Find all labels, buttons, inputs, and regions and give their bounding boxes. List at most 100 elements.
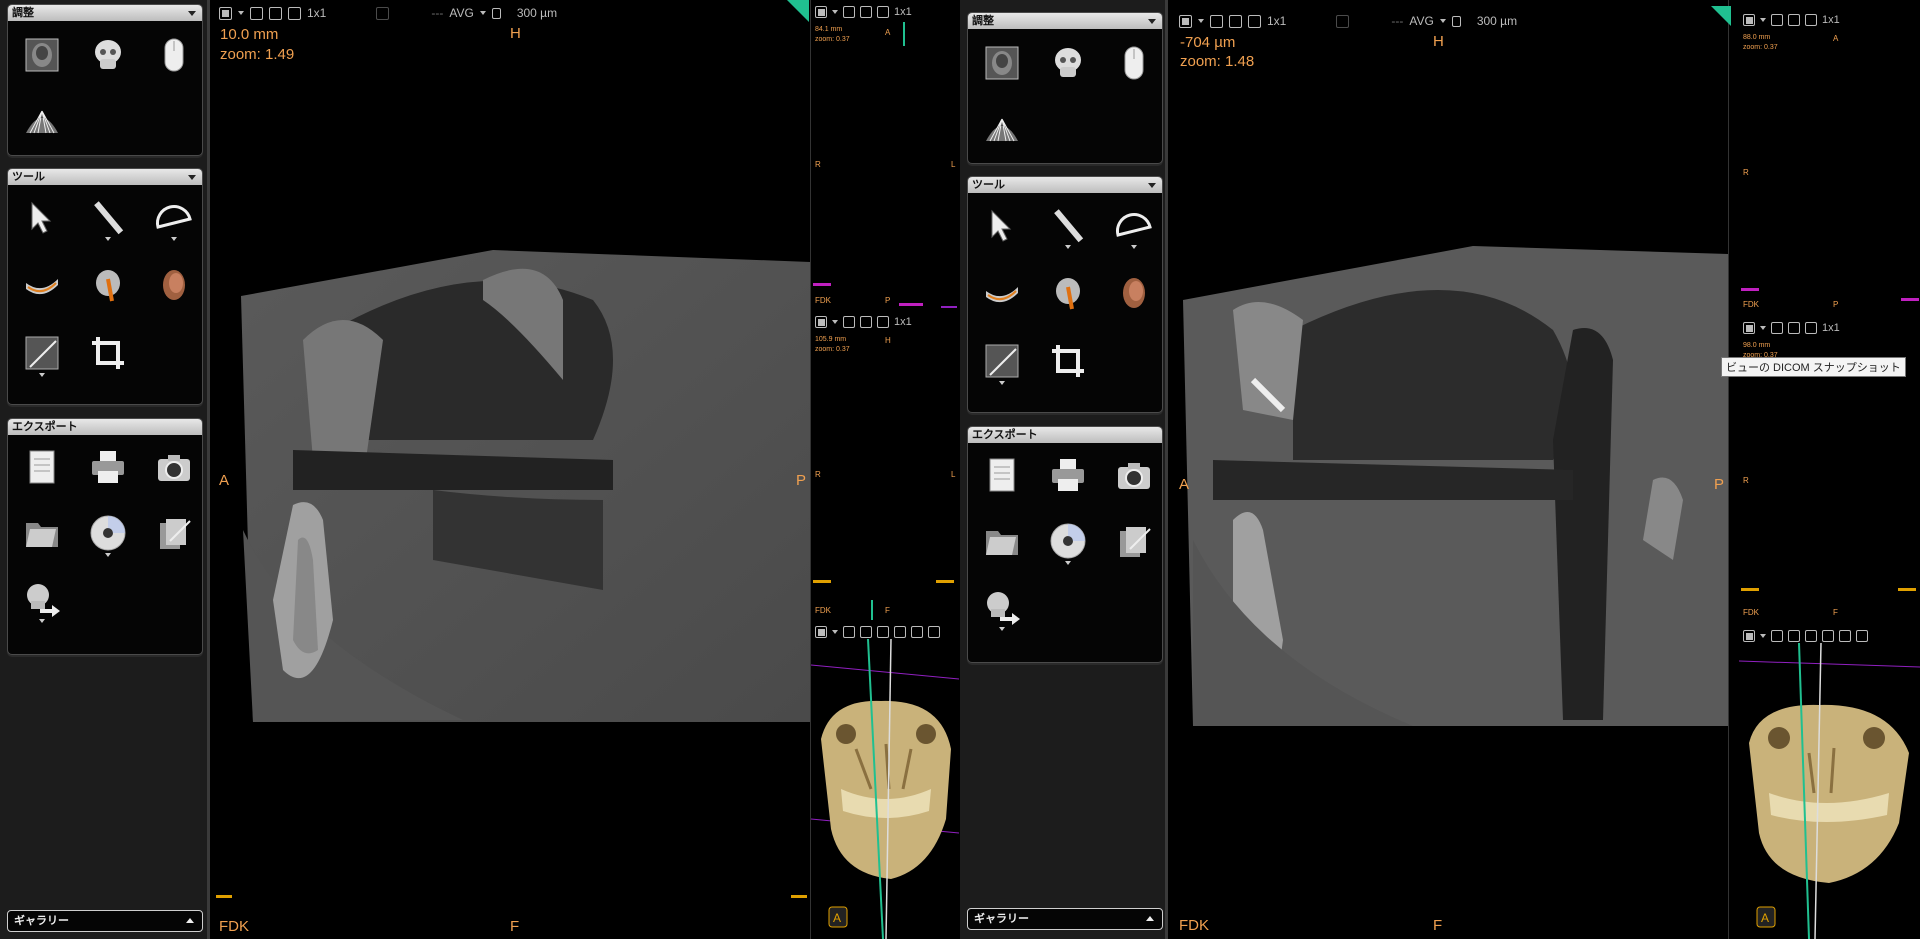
dropdown-arrow-icon[interactable] — [1065, 245, 1071, 249]
cd-button[interactable] — [1046, 519, 1090, 565]
sagittal-viewer[interactable]: 1x1 --- AVG 300 µm -704 µm zoom: 1.48 H … — [1173, 0, 1728, 939]
dropdown-arrow-icon[interactable] — [832, 630, 838, 634]
reset-icon[interactable] — [1336, 14, 1350, 28]
layout-label[interactable]: 1x1 — [894, 6, 912, 18]
dropdown-arrow-icon[interactable] — [479, 11, 486, 15]
layout-icon[interactable] — [1805, 630, 1817, 642]
dropdown-arrow-icon[interactable] — [1760, 634, 1766, 638]
dropdown-arrow-icon[interactable] — [832, 320, 838, 324]
crop-tool[interactable] — [86, 331, 130, 375]
layout-label[interactable]: 1x1 — [1822, 322, 1840, 334]
layout-label[interactable]: 1x1 — [307, 6, 326, 20]
export-panel-header[interactable]: エクスポート — [8, 419, 202, 435]
dropdown-arrow-icon[interactable] — [39, 373, 45, 377]
save-icon[interactable] — [815, 6, 827, 18]
snapshot-icon[interactable] — [860, 316, 872, 328]
gallery-dropdown[interactable]: ギャラリー — [967, 908, 1163, 930]
dropdown-arrow-icon[interactable] — [1760, 326, 1766, 330]
cd-button[interactable] — [86, 511, 130, 557]
yellow-handle-left[interactable] — [1741, 588, 1759, 591]
sagittal-viewer[interactable]: 1x1 --- AVG 300 µm 10.0 mm zoom: 1.49 H … — [213, 0, 810, 939]
magenta-handle-right[interactable] — [899, 303, 923, 306]
save-icon[interactable] — [815, 316, 827, 328]
camera-button[interactable] — [152, 445, 196, 489]
print-button[interactable] — [1046, 453, 1090, 497]
yellow-handle-left[interactable] — [813, 580, 831, 583]
slice-line-handle[interactable] — [871, 600, 873, 620]
fit-icon[interactable] — [843, 316, 855, 328]
dropdown-arrow-icon[interactable] — [105, 237, 111, 241]
fit-icon[interactable] — [1771, 14, 1783, 26]
export-panel-header[interactable]: エクスポート — [968, 427, 1162, 443]
view-top-icon[interactable] — [1856, 630, 1868, 642]
save-icon[interactable] — [1179, 14, 1192, 28]
yellow-handle-right[interactable] — [1898, 588, 1916, 591]
snapshot-icon[interactable] — [1788, 14, 1800, 26]
volume-render-3d[interactable]: A — [1739, 643, 1920, 939]
save-icon[interactable] — [1743, 322, 1755, 334]
export-pages-button[interactable] — [152, 511, 196, 555]
snapshot-icon[interactable] — [1788, 630, 1800, 642]
snapshot-icon[interactable] — [1229, 14, 1242, 28]
magenta-handle-left[interactable] — [813, 283, 831, 286]
select-tool[interactable] — [20, 195, 64, 239]
fit-icon[interactable] — [250, 6, 263, 20]
folder-button[interactable] — [980, 519, 1024, 563]
tools-panel-header[interactable]: ツール — [968, 177, 1162, 193]
dropdown-arrow-icon[interactable] — [1131, 245, 1137, 249]
layout-label[interactable]: 1x1 — [1267, 14, 1286, 28]
measure-tool[interactable] — [1046, 203, 1090, 249]
view-front-icon[interactable] — [1822, 630, 1834, 642]
airway-tool[interactable] — [86, 263, 130, 307]
print-button[interactable] — [86, 445, 130, 489]
face-photo-tool[interactable] — [1112, 271, 1156, 315]
select-tool[interactable] — [980, 203, 1024, 247]
dropdown-arrow-icon[interactable] — [171, 237, 177, 241]
dropdown-arrow-icon[interactable] — [1198, 19, 1204, 23]
save-icon[interactable] — [815, 626, 827, 638]
save-icon[interactable] — [1743, 630, 1755, 642]
fit-icon[interactable] — [1771, 322, 1783, 334]
layout-icon[interactable] — [877, 6, 889, 18]
tools-panel-header[interactable]: ツール — [8, 169, 202, 185]
save-icon[interactable] — [1743, 14, 1755, 26]
collapse-arrow-icon[interactable] — [1148, 19, 1156, 24]
slice-handle-right[interactable] — [791, 895, 807, 898]
fit-icon[interactable] — [1771, 630, 1783, 642]
layout-icon[interactable] — [1805, 322, 1817, 334]
skull-export-button[interactable] — [980, 585, 1024, 631]
collapse-arrow-icon[interactable] — [188, 175, 196, 180]
crop-tool[interactable] — [1046, 339, 1090, 383]
camera-button[interactable] — [1112, 453, 1156, 497]
skull-export-button[interactable] — [20, 577, 64, 623]
view-side-icon[interactable] — [1839, 630, 1851, 642]
dropdown-arrow-icon[interactable] — [105, 553, 111, 557]
collapse-arrow-icon[interactable] — [188, 11, 196, 16]
snapshot-icon[interactable] — [860, 626, 872, 638]
adjust-panel-header[interactable]: 調整 — [968, 13, 1162, 29]
snapshot-icon[interactable] — [269, 6, 282, 20]
chevron-up-icon[interactable] — [1146, 916, 1154, 921]
mouse-tool[interactable] — [1112, 41, 1156, 85]
sagittal-scan-image[interactable] — [1173, 0, 1728, 939]
dropdown-arrow-icon[interactable] — [238, 11, 244, 15]
panorama-tool[interactable] — [980, 105, 1024, 149]
layout-icon[interactable] — [1248, 14, 1261, 28]
brush-tool[interactable] — [980, 339, 1024, 385]
dropdown-arrow-icon[interactable] — [39, 619, 45, 623]
folder-button[interactable] — [20, 511, 64, 555]
slab-icon[interactable] — [491, 7, 501, 19]
fit-icon[interactable] — [843, 626, 855, 638]
layout-icon[interactable] — [288, 6, 301, 20]
adjust-panel-header[interactable]: 調整 — [8, 5, 202, 21]
slab-icon[interactable] — [1451, 15, 1461, 27]
fit-icon[interactable] — [843, 6, 855, 18]
report-button[interactable] — [980, 453, 1024, 497]
dicom-view-tool[interactable] — [980, 41, 1024, 85]
skull-tool[interactable] — [1046, 41, 1090, 85]
view-top-icon[interactable] — [928, 626, 940, 638]
render-mode-select[interactable]: AVG — [449, 6, 473, 20]
slice-line-handle[interactable] — [903, 22, 905, 46]
nerve-canal-tool[interactable] — [20, 263, 64, 307]
resolution-label[interactable]: 300 µm — [1477, 14, 1517, 28]
